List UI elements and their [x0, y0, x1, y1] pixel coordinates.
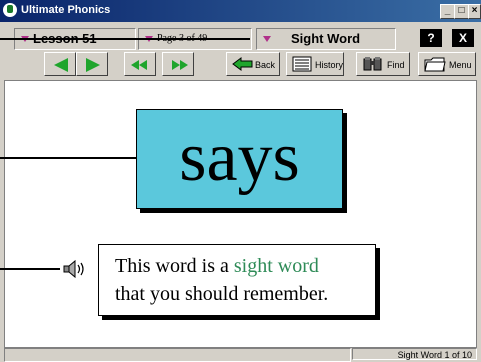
double-arrow-left-icon-part: [139, 60, 147, 70]
help-button[interactable]: ?: [420, 29, 442, 47]
next-page-button[interactable]: [76, 52, 108, 76]
section-selector-label: Sight Word: [291, 31, 361, 46]
previous-section-button[interactable]: [124, 52, 156, 76]
exit-button[interactable]: X: [452, 29, 474, 47]
sight-word-note: This word is a sight word that you shoul…: [98, 244, 376, 316]
section-selector[interactable]: Sight Word: [256, 28, 396, 50]
title-bar: Ultimate Phonics _ □ ×: [0, 0, 481, 22]
menu-button-label: Menu: [449, 60, 472, 70]
maximize-button[interactable]: □: [454, 4, 469, 19]
status-left-panel: [4, 348, 351, 362]
arrow-right-icon: [86, 58, 100, 72]
status-right-panel: Sight Word 1 of 10: [352, 348, 477, 360]
previous-page-button[interactable]: [44, 52, 76, 76]
history-button[interactable]: History: [286, 52, 344, 76]
menu-button[interactable]: Menu: [418, 52, 476, 76]
note-prefix: This word is a: [115, 255, 234, 277]
find-button-label: Find: [387, 60, 405, 70]
note-highlight: sight word: [233, 255, 319, 277]
note-line-1: This word is a sight word: [115, 255, 319, 278]
back-button[interactable]: Back: [226, 52, 280, 76]
speaker-icon[interactable]: [62, 259, 88, 279]
app-icon: [3, 3, 17, 17]
callout-line-selector: [0, 38, 250, 40]
back-button-label: Back: [255, 60, 276, 70]
arrow-left-icon: [54, 58, 68, 72]
sight-word: says: [179, 119, 300, 196]
app-window: Ultimate Phonics _ □ × Lesson 51 Page 3 …: [0, 0, 481, 362]
back-arrow-icon: [232, 57, 253, 71]
double-arrow-left-icon: [131, 60, 139, 70]
dropdown-arrow-icon: [263, 36, 271, 42]
double-arrow-right-icon: [172, 60, 180, 70]
note-line-2: that you should remember.: [115, 283, 329, 305]
find-button[interactable]: Find: [356, 52, 410, 76]
history-icon: [292, 56, 312, 72]
window-close-button[interactable]: ×: [468, 4, 481, 19]
folder-icon: [424, 57, 446, 72]
sight-word-card: says: [136, 109, 343, 209]
double-arrow-right-icon-part: [180, 60, 188, 70]
next-section-button[interactable]: [162, 52, 194, 76]
minimize-button[interactable]: _: [440, 4, 455, 19]
history-button-label: History: [315, 60, 344, 70]
window-title: Ultimate Phonics: [21, 4, 111, 16]
callout-line-word: [0, 157, 136, 159]
callout-line-speaker: [0, 268, 60, 270]
binoculars-icon: [363, 57, 382, 71]
